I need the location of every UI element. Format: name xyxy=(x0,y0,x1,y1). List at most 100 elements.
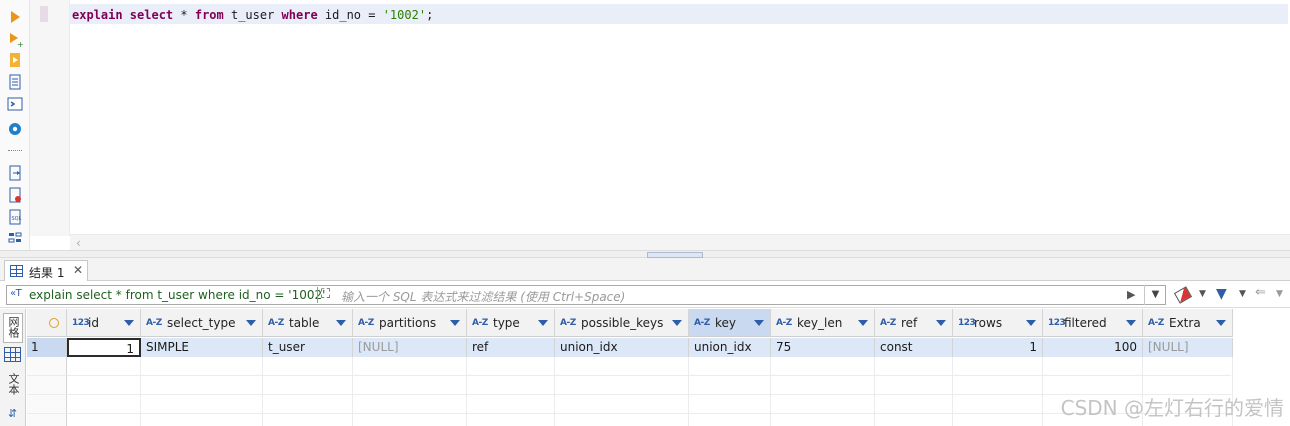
cell-select-type[interactable]: SIMPLE xyxy=(141,338,263,357)
load-file-icon[interactable] xyxy=(7,187,23,203)
column-header-type[interactable]: A-Z type xyxy=(467,309,555,337)
sort-dropdown-icon[interactable] xyxy=(754,320,764,326)
sort-dropdown-icon[interactable] xyxy=(538,320,548,326)
sort-dropdown-icon[interactable] xyxy=(246,320,256,326)
empty-row-number xyxy=(27,414,67,426)
sql-statement[interactable]: explain select * from t_user where id_no… xyxy=(72,8,433,22)
tab-text-view[interactable]: 文本 xyxy=(3,373,23,405)
console-icon[interactable] xyxy=(7,96,23,112)
chevron-down-icon[interactable]: ▼ xyxy=(1276,289,1283,299)
execute-script-icon[interactable] xyxy=(7,52,23,68)
sort-dropdown-icon[interactable] xyxy=(124,320,134,326)
cell-value: t_user xyxy=(268,340,305,354)
tab-result-1[interactable]: 结果 1 ✕ xyxy=(4,260,88,281)
grid-line xyxy=(67,375,1231,376)
sql-editor[interactable]: + SQL explain select * from t_user where… xyxy=(0,0,1290,252)
string-type-icon: A-Z xyxy=(146,318,162,328)
cell-extra[interactable]: [NULL] xyxy=(1143,338,1233,357)
clear-filter-eraser-icon[interactable] xyxy=(1173,286,1193,304)
column-header-key[interactable]: A-Z key xyxy=(689,309,771,337)
sql-keyword: explain select xyxy=(72,8,174,22)
cell-ref[interactable]: const xyxy=(875,338,953,357)
sort-dropdown-icon[interactable] xyxy=(672,320,682,326)
filter-history-dropdown-icon[interactable]: ▼ xyxy=(1144,285,1166,305)
outline-icon[interactable] xyxy=(7,231,23,247)
cell-key[interactable]: union_idx xyxy=(689,338,771,357)
column-header-rows[interactable]: 123 rows xyxy=(953,309,1043,337)
sql-text: * xyxy=(173,8,195,22)
execute-statement-icon[interactable] xyxy=(7,9,23,25)
cell-value: const xyxy=(880,340,913,354)
column-header-id[interactable]: 123 id xyxy=(67,309,141,337)
tab-grid-view[interactable]: 网格 xyxy=(3,313,23,343)
grid-line xyxy=(554,357,555,426)
filter-input[interactable]: «T explain select * from t_user where id… xyxy=(6,285,1166,305)
cell-value: union_idx xyxy=(560,340,618,354)
format-sql-icon[interactable]: SQL xyxy=(7,209,23,225)
cell-type[interactable]: ref xyxy=(467,338,555,357)
cell-id[interactable]: 1 xyxy=(67,338,141,357)
row-number-header[interactable] xyxy=(27,309,67,337)
numeric-type-icon: 123 xyxy=(72,318,90,328)
sort-dropdown-icon[interactable] xyxy=(336,320,346,326)
chevron-down-icon[interactable]: ▼ xyxy=(1199,289,1206,299)
back-arrow-icon[interactable]: ⇐ xyxy=(1255,285,1266,300)
editor-results-splitter[interactable] xyxy=(0,250,1290,258)
editor-horizontal-scrollbar[interactable]: ‹ xyxy=(70,234,1290,250)
export-icon[interactable] xyxy=(7,165,23,181)
column-header-filtered[interactable]: 123 filtered xyxy=(1043,309,1143,337)
record-view-icon[interactable]: ⇵ xyxy=(8,407,17,420)
sql-text: t_user xyxy=(223,8,282,22)
close-icon[interactable]: ✕ xyxy=(73,263,83,277)
cell-table[interactable]: t_user xyxy=(263,338,353,357)
grid-line xyxy=(352,357,353,426)
chevron-down-icon[interactable]: ▼ xyxy=(1239,289,1246,299)
row-number[interactable]: 1 xyxy=(27,338,67,357)
column-header-select-type[interactable]: A-Z select_type xyxy=(141,309,263,337)
column-header-key-len[interactable]: A-Z key_len xyxy=(771,309,875,337)
cell-key-len[interactable]: 75 xyxy=(771,338,875,357)
cell-value: SIMPLE xyxy=(146,340,190,354)
settings-gear-icon[interactable] xyxy=(7,121,23,137)
cell-value: union_idx xyxy=(694,340,752,354)
sort-dropdown-icon[interactable] xyxy=(1126,320,1136,326)
column-name: type xyxy=(493,316,520,330)
numeric-type-icon: 123 xyxy=(958,318,976,328)
expand-icon[interactable]: ⛶ xyxy=(321,287,330,302)
table-row[interactable]: 1 1 SIMPLE t_user [NULL] ref union_idx union_id… xyxy=(27,338,1290,357)
cell-possible-keys[interactable]: union_idx xyxy=(555,338,689,357)
sort-dropdown-icon[interactable] xyxy=(1026,320,1036,326)
apply-filter-icon[interactable]: ▶ xyxy=(1127,288,1135,301)
execute-in-new-tab-icon[interactable]: + xyxy=(7,31,23,47)
cell-rows[interactable]: 1 xyxy=(953,338,1043,357)
svg-text:+: + xyxy=(17,40,23,47)
column-header-possible-keys[interactable]: A-Z possible_keys xyxy=(555,309,689,337)
string-type-icon: A-Z xyxy=(268,318,284,328)
empty-row-number xyxy=(27,376,67,395)
grid-line xyxy=(770,357,771,426)
sort-dropdown-icon[interactable] xyxy=(858,320,868,326)
grid-line xyxy=(67,413,1231,414)
sort-dropdown-icon[interactable] xyxy=(450,320,460,326)
column-header-partitions[interactable]: A-Z partitions xyxy=(353,309,467,337)
filter-funnel-icon[interactable]: ▼ xyxy=(1216,286,1227,302)
cell-partitions[interactable]: [NULL] xyxy=(353,338,467,357)
explain-plan-icon[interactable] xyxy=(7,74,23,90)
svg-text:SQL: SQL xyxy=(12,216,22,222)
sort-dropdown-icon[interactable] xyxy=(1216,320,1226,326)
grid-view-icon[interactable] xyxy=(4,347,21,362)
scroll-left-arrow-icon[interactable]: ‹ xyxy=(76,236,81,250)
active-line-marker xyxy=(40,6,48,22)
grid-line xyxy=(67,394,1231,395)
cell-filtered[interactable]: 100 xyxy=(1043,338,1143,357)
sort-dropdown-icon[interactable] xyxy=(936,320,946,326)
grid-line xyxy=(466,357,467,426)
column-header-ref[interactable]: A-Z ref xyxy=(875,309,953,337)
column-name: table xyxy=(289,316,320,330)
select-all-circle-icon[interactable] xyxy=(49,318,59,328)
column-header-table[interactable]: A-Z table xyxy=(263,309,353,337)
cell-value: [NULL] xyxy=(358,340,399,354)
column-name: filtered xyxy=(1064,316,1107,330)
cell-value: [NULL] xyxy=(1148,340,1189,354)
column-header-extra[interactable]: A-Z Extra xyxy=(1143,309,1233,337)
